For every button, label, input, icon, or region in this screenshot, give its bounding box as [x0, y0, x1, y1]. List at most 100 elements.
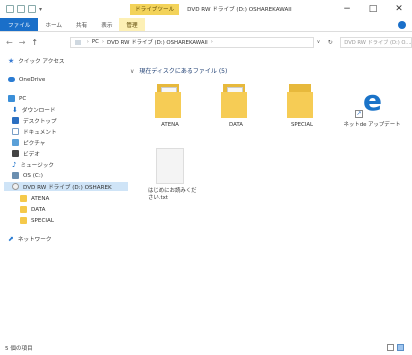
- status-bar: 5 個の項目: [0, 340, 412, 355]
- nav-network[interactable]: ⬈ ネットワーク: [8, 234, 51, 243]
- nav-label: SPECIAL: [31, 217, 54, 224]
- music-icon: ♪: [12, 160, 17, 169]
- up-button[interactable]: ↑: [31, 38, 38, 47]
- back-button[interactable]: ←: [6, 38, 13, 47]
- customize-toolbar-icon[interactable]: ▾: [39, 6, 42, 13]
- nav-label: ネットワーク: [17, 236, 52, 243]
- tab-file[interactable]: ファイル: [0, 18, 39, 31]
- internet-explorer-shortcut-icon: e ↗: [355, 84, 382, 118]
- refresh-button[interactable]: ↻: [324, 39, 336, 46]
- tab-share[interactable]: 共有: [69, 18, 94, 31]
- star-icon: ★: [8, 56, 15, 65]
- file-item-data[interactable]: DATA: [206, 84, 266, 129]
- file-item-special[interactable]: SPECIAL: [272, 84, 332, 129]
- pc-drive-icon: [74, 39, 81, 45]
- address-bar: ← → ↑ › PC › DVD RW ドライブ (D:) OSHAREKAWA…: [0, 33, 412, 51]
- folder-icon: [20, 195, 27, 202]
- document-icon: [12, 128, 19, 135]
- history-dropdown-icon[interactable]: ∨: [317, 39, 321, 45]
- navigation-pane: ★ クイック アクセス OneDrive PC ⬇ ダウンロード デスクトップ …: [0, 54, 128, 334]
- nav-label: DATA: [31, 206, 46, 213]
- quick-access-toolbar: ▾: [0, 5, 120, 13]
- details-view-icon[interactable]: [387, 344, 394, 351]
- breadcrumb-dvd[interactable]: DVD RW ドライブ (D:) OSHAREKAWAII: [107, 38, 208, 46]
- disc-icon: [12, 183, 19, 190]
- file-name: ネットde アップデート: [343, 122, 401, 128]
- file-name: はじめにお読みください.txt: [148, 188, 197, 201]
- nav-label: ビデオ: [23, 151, 40, 158]
- tab-home[interactable]: ホーム: [38, 18, 69, 31]
- new-folder-icon[interactable]: [28, 5, 36, 13]
- file-name: ATENA: [161, 122, 179, 128]
- forward-button[interactable]: →: [19, 38, 26, 47]
- nav-label: ピクチャ: [23, 140, 46, 147]
- picture-icon: [12, 139, 19, 146]
- minimize-button[interactable]: −: [334, 0, 360, 18]
- item-count: 5 個の項目: [5, 345, 33, 352]
- close-button[interactable]: ✕: [386, 0, 412, 18]
- drive-tools-label: ドライブツール: [130, 3, 180, 15]
- nav-quick-access[interactable]: ★ クイック アクセス: [8, 56, 65, 65]
- path-box[interactable]: › PC › DVD RW ドライブ (D:) OSHAREKAWAII ›: [69, 36, 314, 48]
- nav-videos[interactable]: ビデオ: [12, 149, 40, 158]
- window-title: DVD RW ドライブ (D:) OSHAREKAWAII: [187, 7, 292, 13]
- group-label: 現在ディスクにあるファイル (5): [139, 68, 228, 75]
- nav-label: DVD RW ドライブ (D:) OSHAREK: [23, 184, 112, 191]
- ribbon-tabs: ファイル ホーム 共有 表示 管理: [0, 18, 412, 32]
- nav-label: ATENA: [31, 195, 50, 202]
- tab-manage[interactable]: 管理: [119, 18, 145, 31]
- chevron-down-icon: ∨: [130, 68, 135, 75]
- tab-view[interactable]: 表示: [94, 18, 119, 31]
- chevron-right-icon: ›: [210, 39, 213, 45]
- title-bar: ▾ ドライブツール DVD RW ドライブ (D:) OSHAREKAWAII …: [0, 0, 412, 18]
- folder-icon: [221, 84, 251, 118]
- maximize-button[interactable]: □: [360, 0, 386, 18]
- folder-icon: [20, 217, 27, 224]
- nav-label: デスクトップ: [23, 118, 57, 125]
- nav-onedrive[interactable]: OneDrive: [8, 75, 45, 84]
- group-header[interactable]: ∨ 現在ディスクにあるファイル (5): [130, 66, 227, 75]
- file-item-readme[interactable]: はじめにお読みください.txt: [140, 148, 200, 202]
- computer-icon: [8, 95, 15, 102]
- file-name: SPECIAL: [290, 122, 314, 128]
- text-file-icon: [156, 148, 184, 184]
- chevron-right-icon: ›: [101, 39, 105, 45]
- nav-folder-special[interactable]: SPECIAL: [20, 216, 54, 225]
- file-item-net-update[interactable]: e ↗ ネットde アップデート: [342, 84, 402, 129]
- nav-label: OneDrive: [19, 76, 46, 83]
- folder-icon: [287, 84, 317, 118]
- nav-documents[interactable]: ドキュメント: [12, 127, 57, 136]
- nav-downloads[interactable]: ⬇ ダウンロード: [12, 105, 55, 114]
- cloud-icon: [8, 77, 15, 82]
- nav-dvd-drive[interactable]: DVD RW ドライブ (D:) OSHAREK: [4, 182, 128, 191]
- nav-os-drive[interactable]: OS (C:): [12, 171, 43, 180]
- nav-label: クイック アクセス: [18, 58, 65, 65]
- drive-icon: [12, 172, 19, 179]
- nav-pc[interactable]: PC: [8, 94, 26, 103]
- search-input[interactable]: DVD RW ドライブ (D:) O... ⌕: [340, 36, 412, 48]
- folder-icon: [20, 206, 27, 213]
- video-icon: [12, 150, 19, 157]
- nav-folder-atena[interactable]: ATENA: [20, 194, 49, 203]
- download-icon: ⬇: [12, 105, 18, 114]
- nav-pictures[interactable]: ピクチャ: [12, 138, 45, 147]
- app-folder-icon: [6, 5, 14, 13]
- breadcrumb-pc[interactable]: PC: [92, 39, 99, 45]
- nav-label: OS (C:): [23, 172, 43, 179]
- file-name: DATA: [229, 122, 243, 128]
- help-icon[interactable]: [398, 20, 406, 29]
- nav-label: ダウンロード: [21, 107, 56, 114]
- properties-icon[interactable]: [17, 5, 25, 13]
- folder-icon: [155, 84, 185, 118]
- large-icons-view-icon[interactable]: [397, 344, 404, 351]
- file-list: ∨ 現在ディスクにあるファイル (5) ATENA DATA SPECIAL e…: [130, 54, 412, 334]
- nav-desktop[interactable]: デスクトップ: [12, 116, 57, 125]
- nav-label: ミュージック: [20, 162, 54, 169]
- desktop-icon: [12, 117, 19, 124]
- chevron-right-icon: ›: [86, 39, 89, 45]
- nav-folder-data[interactable]: DATA: [20, 205, 45, 214]
- file-item-atena[interactable]: ATENA: [140, 84, 200, 129]
- nav-music[interactable]: ♪ ミュージック: [12, 160, 54, 169]
- network-icon: ⬈: [8, 234, 14, 243]
- nav-label: ドキュメント: [23, 129, 57, 136]
